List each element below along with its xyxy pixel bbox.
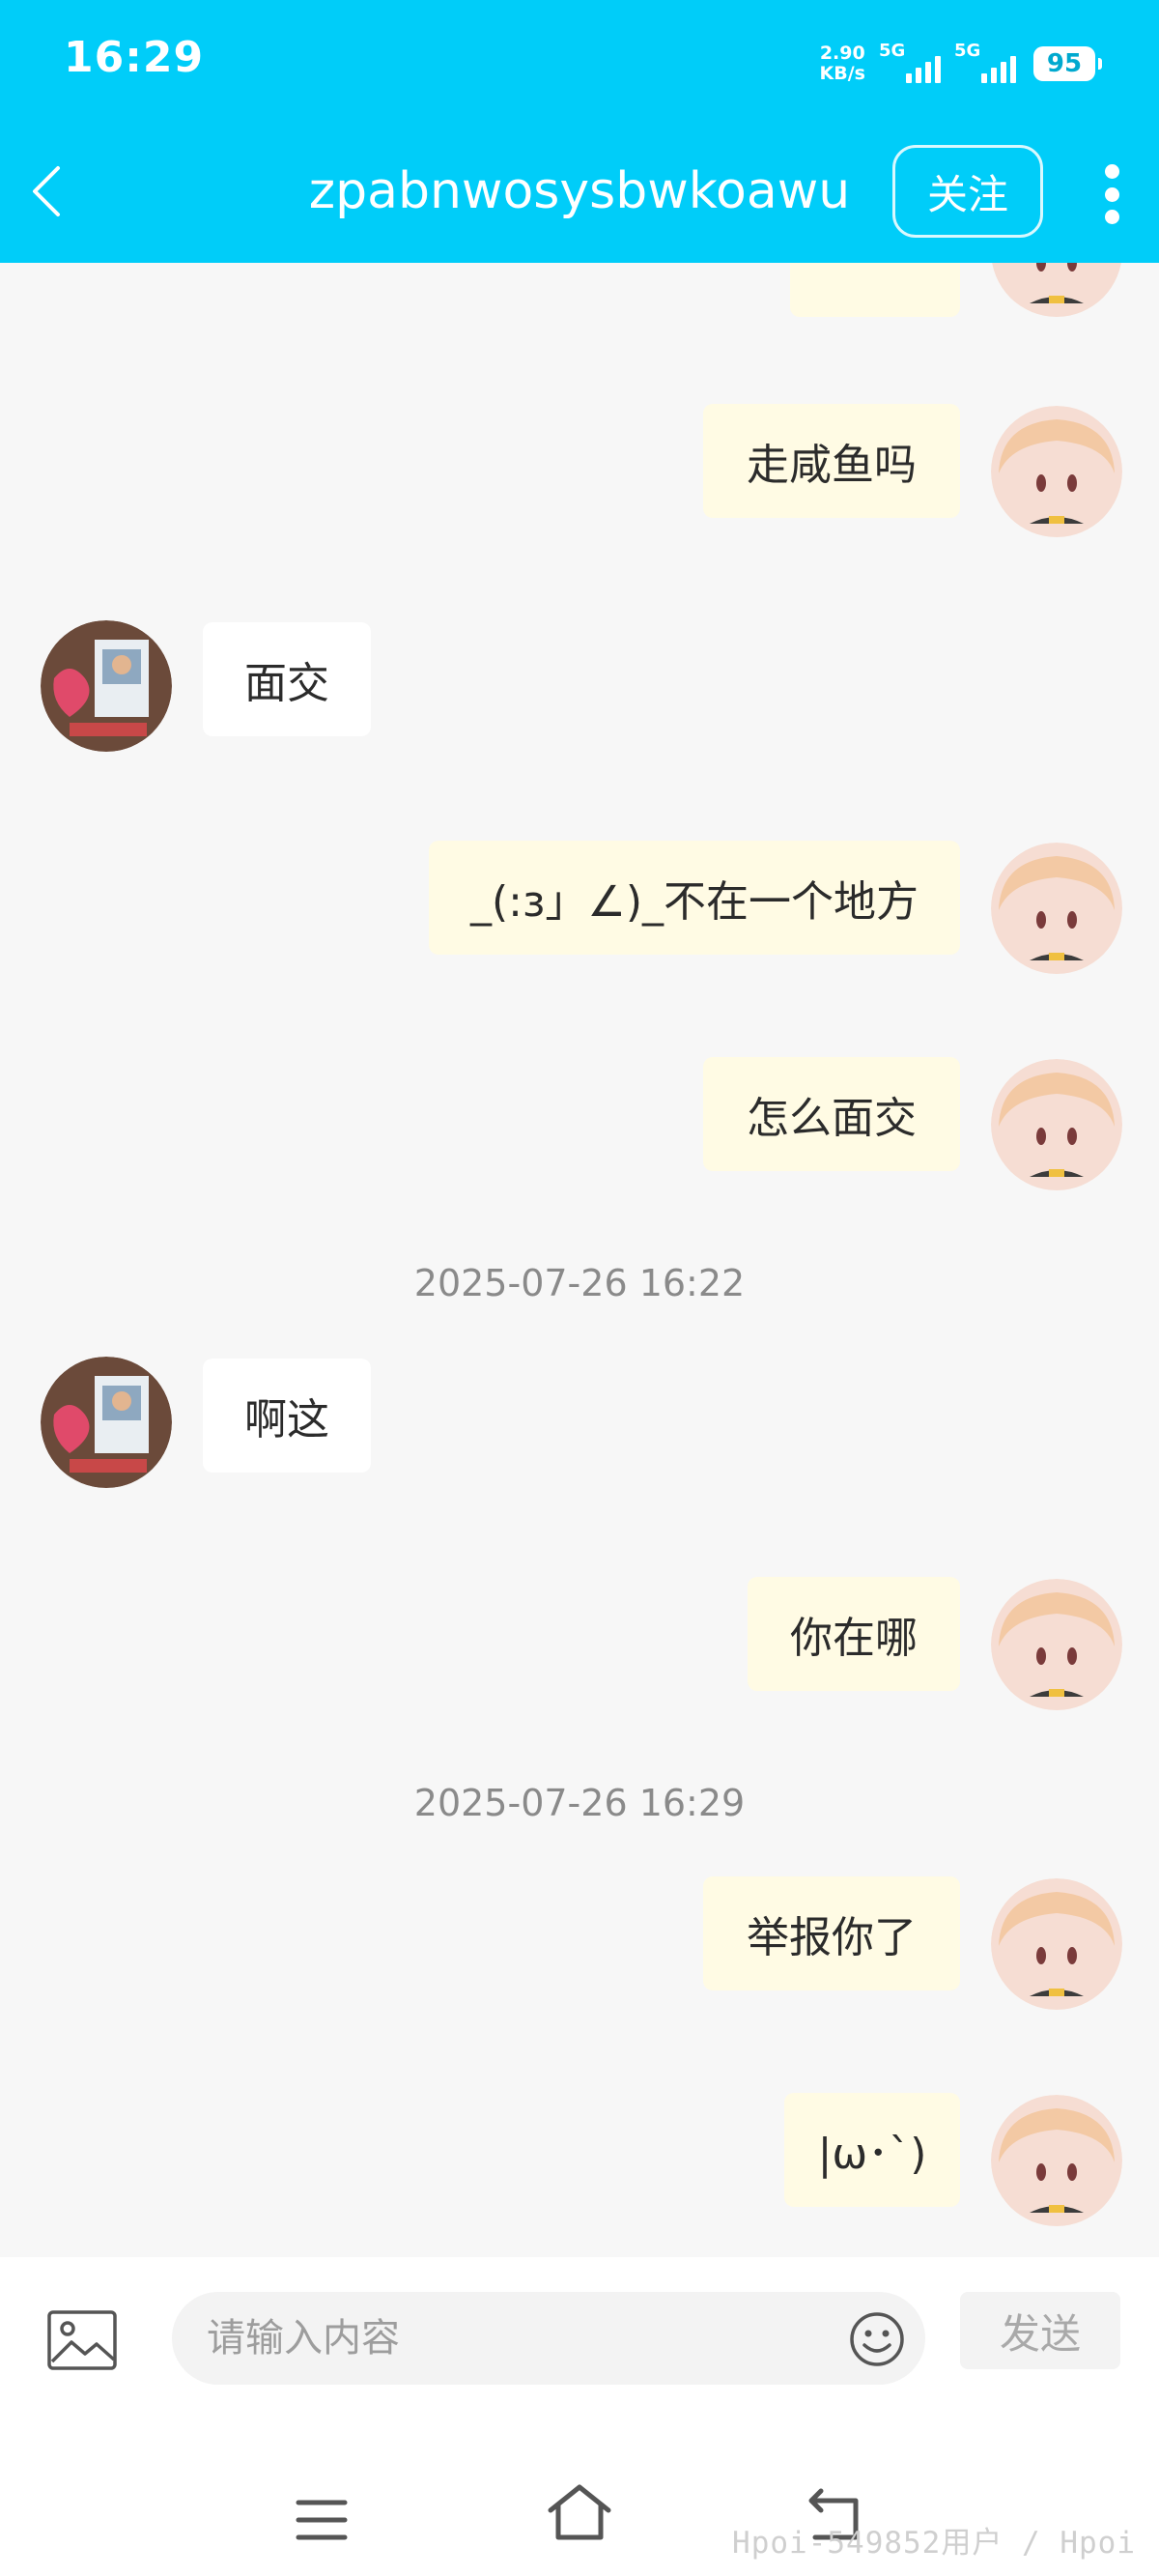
- timestamp: 2025-07-26 16:29: [413, 1782, 746, 1824]
- message-bubble[interactable]: 怎么面交: [703, 1057, 960, 1171]
- message-input-box[interactable]: [172, 2292, 925, 2385]
- send-button[interactable]: 发送: [960, 2292, 1120, 2369]
- chat-area[interactable]: 走咸鱼吗 面交 _(:з」∠)_不在一个地方 怎么面交 2025-07-26 1…: [0, 263, 1159, 2257]
- signal-label: 5G: [879, 41, 906, 61]
- message-bubble[interactable]: |ω･`): [784, 2093, 960, 2207]
- my-avatar[interactable]: [991, 1878, 1122, 2010]
- my-avatar[interactable]: [991, 1579, 1122, 1710]
- avatar-image-icon: [41, 1357, 172, 1488]
- message-bubble[interactable]: 啊这: [203, 1359, 371, 1473]
- status-time: 16:29: [64, 33, 205, 82]
- emoji-button[interactable]: [848, 2310, 906, 2368]
- battery-icon: 95: [1033, 46, 1102, 81]
- system-navigation-bar: Hpoi-549852用户 / Hpoi: [0, 2392, 1159, 2576]
- avatar-image-icon: [991, 1579, 1122, 1710]
- my-avatar[interactable]: [991, 2095, 1122, 2226]
- other-user-avatar[interactable]: [41, 620, 172, 752]
- avatar-image-icon: [991, 1878, 1122, 2010]
- follow-button[interactable]: 关注: [892, 145, 1043, 238]
- input-bar: 发送: [0, 2257, 1159, 2392]
- message-input[interactable]: [205, 2315, 827, 2361]
- message-bubble[interactable]: 举报你了: [703, 1876, 960, 1990]
- network-speed-unit: KB/s: [819, 63, 865, 84]
- more-options-icon[interactable]: [1097, 164, 1126, 224]
- message-bubble[interactable]: 你在哪: [748, 1577, 960, 1691]
- avatar-image-icon: [41, 620, 172, 752]
- avatar-image-icon: [991, 406, 1122, 537]
- avatar-image-icon: [991, 1059, 1122, 1190]
- my-avatar[interactable]: [991, 406, 1122, 537]
- back-button[interactable]: [25, 160, 73, 222]
- avatar-image-icon: [992, 263, 1121, 317]
- signal-icon: 5G: [879, 41, 941, 87]
- home-button[interactable]: [547, 2483, 612, 2541]
- chevron-left-icon: [33, 166, 60, 216]
- other-user-avatar[interactable]: [41, 1357, 172, 1488]
- my-avatar[interactable]: [991, 263, 1122, 317]
- recent-apps-button[interactable]: [296, 2499, 348, 2541]
- network-speed-value: 2.90: [819, 43, 865, 64]
- menu-icon: [296, 2500, 348, 2540]
- emoji-icon: [850, 2312, 904, 2366]
- image-button[interactable]: [46, 2309, 118, 2371]
- my-avatar[interactable]: [991, 1059, 1122, 1190]
- signal-icon: 5G: [954, 41, 1016, 87]
- watermark: Hpoi-549852用户 / Hpoi: [732, 2526, 1136, 2561]
- message-bubble[interactable]: 走咸鱼吗: [703, 404, 960, 518]
- signal-label: 5G: [954, 41, 981, 61]
- status-icons: 2.90 KB/s 5G 5G 95: [820, 37, 1102, 91]
- top-bar: 16:29 2.90 KB/s 5G 5G 95 zpabnwosysbwkoa…: [0, 0, 1159, 263]
- image-icon: [47, 2310, 117, 2370]
- message-bubble[interactable]: 面交: [203, 622, 371, 736]
- avatar-image-icon: [991, 2095, 1122, 2226]
- message-bubble-partial: [790, 263, 960, 317]
- network-speed: 2.90 KB/s: [820, 43, 865, 84]
- message-bubble[interactable]: _(:з」∠)_不在一个地方: [429, 841, 960, 955]
- timestamp: 2025-07-26 16:22: [413, 1262, 746, 1304]
- page-title: zpabnwosysbwkoawu: [308, 162, 851, 220]
- avatar-image-icon: [991, 843, 1122, 974]
- my-avatar[interactable]: [991, 843, 1122, 974]
- home-icon: [548, 2484, 611, 2540]
